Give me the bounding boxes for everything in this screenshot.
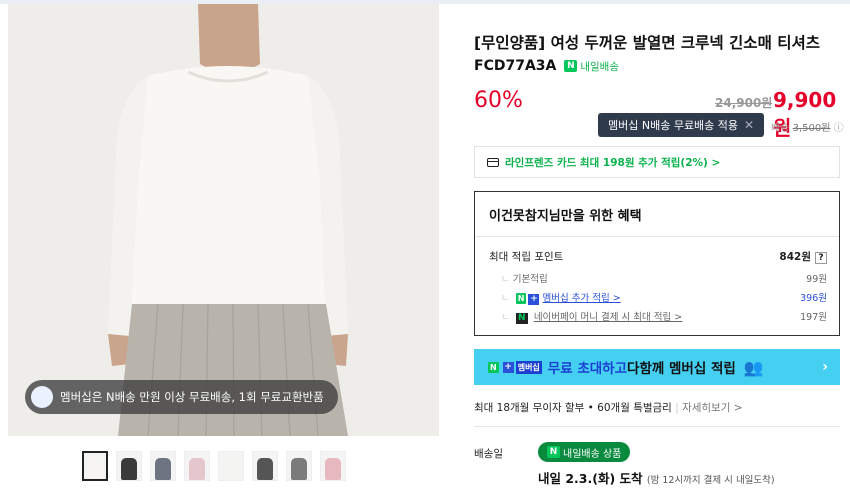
thumbnail-swatch [189,458,205,480]
membership-points-label-wrap: N+ 멤버십 추가 적립 > [489,290,621,305]
naverpay-points-link[interactable]: 네이버페이 머니 결제 시 최대 적립 > [534,312,682,323]
banner-highlight: 무료 초대하고 [547,361,628,377]
thumbnail[interactable] [286,451,312,481]
thumbnail[interactable] [116,451,142,481]
product-main-image[interactable]: 멤버십은 N배송 만원 이상 무료배송, 1회 무료교환반품 [8,4,439,436]
banner-text: 다함께 멤버십 적립 [627,361,736,377]
basic-points-value: 99원 [806,274,827,285]
product-code: FCD77A3A [474,58,557,74]
membership-tag: 멤버십 [515,360,542,374]
delivery-date: 내일 2.3.(화) 도착 (밤 12시까지 결제 시 내일도착) [538,468,775,487]
shipping-fee: 배송 3,500원 ⓘ [771,119,844,134]
delivery-label: 배송일 [474,448,503,460]
shipping-prefix: 배송 [771,123,790,134]
naver-n-icon: N [564,60,578,72]
plus-icon: + [528,293,540,305]
thumbnail[interactable] [184,451,210,481]
thumbnail[interactable] [218,451,244,481]
tomorrow-delivery-text: 내일배송 [580,60,619,73]
installment-more-link[interactable]: 자세히보기 > [682,402,742,414]
benefit-header: 이건못참지님만을 위한 혜택 [475,192,839,237]
thumbnail-swatch [291,458,307,480]
thumbnail-swatch [155,458,171,480]
divider [474,426,840,427]
discount-rate: 60% [474,88,523,113]
installment-info: 최대 18개월 무이자 할부 • 60개월 특별금리 | 자세히보기 > [474,402,743,414]
naverpay-points-value: 197원 [800,312,827,323]
thumbnail-strip [82,451,346,481]
thumbnail[interactable] [320,451,346,481]
naverpay-points-label-wrap: N 네이버페이 머니 결제 시 최대 적립 > [489,309,682,324]
friends-icon: 👥 [743,357,764,377]
max-points-label: 최대 적립 포인트 [489,251,564,263]
thumbnail-swatch [325,458,341,480]
thumbnail-swatch [257,458,273,480]
banner-logo: N + 멤버십 [488,360,542,374]
badge-icon [31,386,53,408]
shipping-fee-value: 3,500원 [792,123,831,134]
info-icon[interactable]: ⓘ [834,123,844,134]
delivery-tag-text: 내일배송 상품 [563,448,622,460]
original-price: 24,900원 [715,96,773,110]
plus-icon: + [502,361,514,373]
membership-tooltip: 멤버십 N배송 무료배송 적용 ✕ [598,113,765,137]
delivery-tag: N 내일배송 상품 [538,442,631,462]
delivery-date-text: 내일 2.3.(화) 도착 [538,471,643,486]
basic-points-row: 기본적립 99원 [489,271,827,285]
card-benefit-text: 라인프렌즈 카드 최대 198원 추가 적립(2%) > [505,156,721,169]
membership-points-row: N+ 멤버십 추가 적립 > 396원 [489,290,827,305]
max-points-wrap: 842원? [779,249,827,264]
thumbnail-swatch [87,457,103,479]
credit-card-icon [487,157,499,167]
membership-notice-text: 멤버십은 N배송 만원 이상 무료배송, 1회 무료교환반품 [60,390,324,404]
naver-n-icon: N [547,446,560,458]
card-benefit-link[interactable]: 라인프렌즈 카드 최대 198원 추가 적립(2%) > [474,146,840,178]
thumbnail[interactable] [82,451,108,481]
membership-points-link[interactable]: 멤버십 추가 적립 > [543,293,621,304]
tomorrow-delivery-badge: N 내일배송 [564,59,619,74]
product-code-row: FCD77A3A N 내일배송 [474,58,619,74]
thumbnail-swatch [223,458,239,480]
membership-invite-banner[interactable]: N + 멤버십 무료 초대하고 다함께 멤버십 적립 👥 › [474,349,840,385]
max-points-value: 842원 [779,251,811,263]
thumbnail[interactable] [150,451,176,481]
product-title: [무인양품] 여성 두꺼운 발열면 크루넥 긴소매 티셔츠 [474,34,821,52]
help-icon[interactable]: ? [815,252,827,264]
naverpay-points-row: N 네이버페이 머니 결제 시 최대 적립 > 197원 [489,309,827,324]
membership-notice-badge: 멤버십은 N배송 만원 이상 무료배송, 1회 무료교환반품 [25,380,338,414]
chevron-right-icon: › [822,359,828,375]
delivery-note: (밤 12시까지 결제 시 내일도착) [646,475,775,486]
max-points-row: 최대 적립 포인트 842원? [489,249,827,264]
thumbnail-swatch [121,458,137,480]
naver-n-icon: N [488,361,499,373]
benefit-box: 이건못참지님만을 위한 혜택 최대 적립 포인트 842원? 기본적립 99원 … [474,191,840,336]
model-illustration [8,4,439,436]
installment-text: 최대 18개월 무이자 할부 • 60개월 특별금리 [474,402,672,414]
tooltip-text: 멤버십 N배송 무료배송 적용 [608,119,739,132]
basic-points-label: 기본적립 [489,271,548,285]
naverpay-icon: N [515,312,528,324]
membership-points-value: 396원 [800,293,827,304]
close-icon[interactable]: ✕ [744,118,754,132]
naver-n-icon: N [515,293,527,304]
thumbnail[interactable] [252,451,278,481]
